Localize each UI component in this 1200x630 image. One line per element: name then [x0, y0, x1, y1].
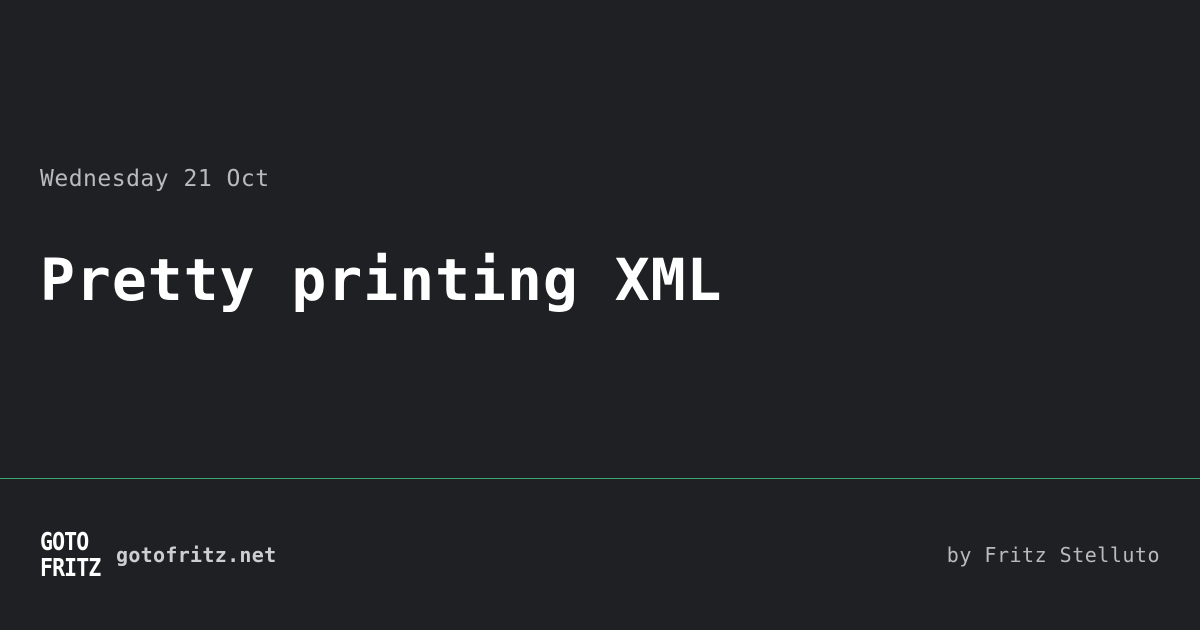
card-footer: GOTO FRITZ gotofritz.net by Fritz Stellu…	[0, 479, 1200, 630]
social-card: Wednesday 21 Oct Pretty printing XML GOT…	[0, 0, 1200, 630]
logo-line-fritz: FRITZ	[40, 553, 101, 582]
post-date: Wednesday 21 Oct	[40, 166, 270, 192]
post-title: Pretty printing XML	[40, 246, 723, 314]
author-byline: by Fritz Stelluto	[946, 543, 1160, 567]
logo-line-goto: GOTO	[40, 527, 89, 556]
site-name: gotofritz.net	[116, 543, 277, 567]
gotofritz-logo: GOTO FRITZ	[40, 529, 104, 581]
